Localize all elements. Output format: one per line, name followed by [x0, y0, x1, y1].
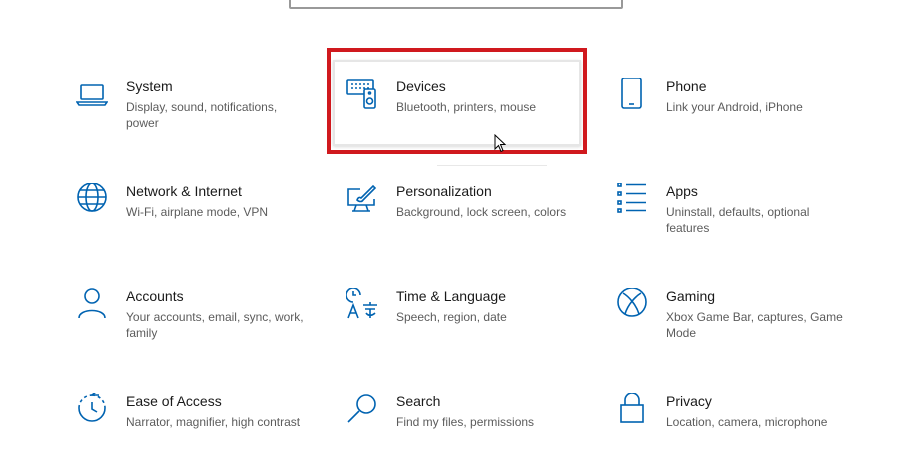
tile-description: Uninstall, defaults, optional features [666, 205, 810, 235]
tile-title: Privacy [666, 393, 712, 409]
tile-description: Your accounts, email, sync, work, family [126, 310, 304, 340]
tile-time-language[interactable]: Time & Language Speech, region, date [346, 288, 586, 368]
tile-title: Personalization [396, 183, 492, 199]
highlight-annotation [327, 48, 587, 154]
tile-phone[interactable]: Phone Link your Android, iPhone [616, 78, 856, 158]
tile-ease-of-access[interactable]: Ease of Access Narrator, magnifier, high… [76, 393, 316, 471]
person-icon [76, 288, 108, 324]
tile-description: Location, camera, microphone [666, 415, 828, 429]
mouse-cursor-icon [494, 133, 507, 154]
tile-title: System [126, 78, 173, 94]
tile-privacy[interactable]: Privacy Location, camera, microphone [616, 393, 856, 471]
tile-accounts[interactable]: Accounts Your accounts, email, sync, wor… [76, 288, 316, 368]
laptop-icon [76, 78, 108, 114]
tile-description: Xbox Game Bar, captures, Game Mode [666, 310, 843, 340]
search-input[interactable] [289, 0, 623, 9]
tile-description: Background, lock screen, colors [396, 205, 567, 219]
tile-search[interactable]: Search Find my files, permissions [346, 393, 586, 471]
tile-description: Speech, region, date [396, 310, 507, 324]
tile-title: Network & Internet [126, 183, 242, 199]
divider [437, 165, 547, 166]
tile-gaming[interactable]: Gaming Xbox Game Bar, captures, Game Mod… [616, 288, 856, 368]
tile-title: Search [396, 393, 441, 409]
tile-description: Link your Android, iPhone [666, 100, 803, 114]
tile-title: Time & Language [396, 288, 506, 304]
tile-title: Gaming [666, 288, 716, 304]
xbox-icon [616, 288, 648, 324]
tile-title: Apps [666, 183, 698, 199]
globe-icon [76, 183, 108, 219]
tile-title: Phone [666, 78, 707, 94]
tile-personalization[interactable]: Personalization Background, lock screen,… [346, 183, 586, 263]
tile-description: Narrator, magnifier, high contrast [126, 415, 301, 429]
paint-icon [346, 183, 378, 219]
tile-network[interactable]: Network & Internet Wi-Fi, airplane mode,… [76, 183, 316, 263]
apps-list-icon [616, 183, 648, 219]
tile-description: Wi-Fi, airplane mode, VPN [126, 205, 269, 219]
lock-icon [616, 393, 648, 429]
settings-home: System Display, sound, notifications, po… [0, 0, 897, 471]
tile-description: Find my files, permissions [396, 415, 535, 429]
ease-of-access-icon [76, 393, 108, 429]
phone-icon [616, 78, 648, 114]
tile-description: Display, sound, notifications, power [126, 100, 278, 130]
tile-title: Ease of Access [126, 393, 222, 409]
time-language-icon [346, 288, 378, 324]
tile-system[interactable]: System Display, sound, notifications, po… [76, 78, 316, 158]
tile-title: Accounts [126, 288, 184, 304]
tile-apps[interactable]: Apps Uninstall, defaults, optional featu… [616, 183, 856, 263]
search-icon [346, 393, 378, 429]
